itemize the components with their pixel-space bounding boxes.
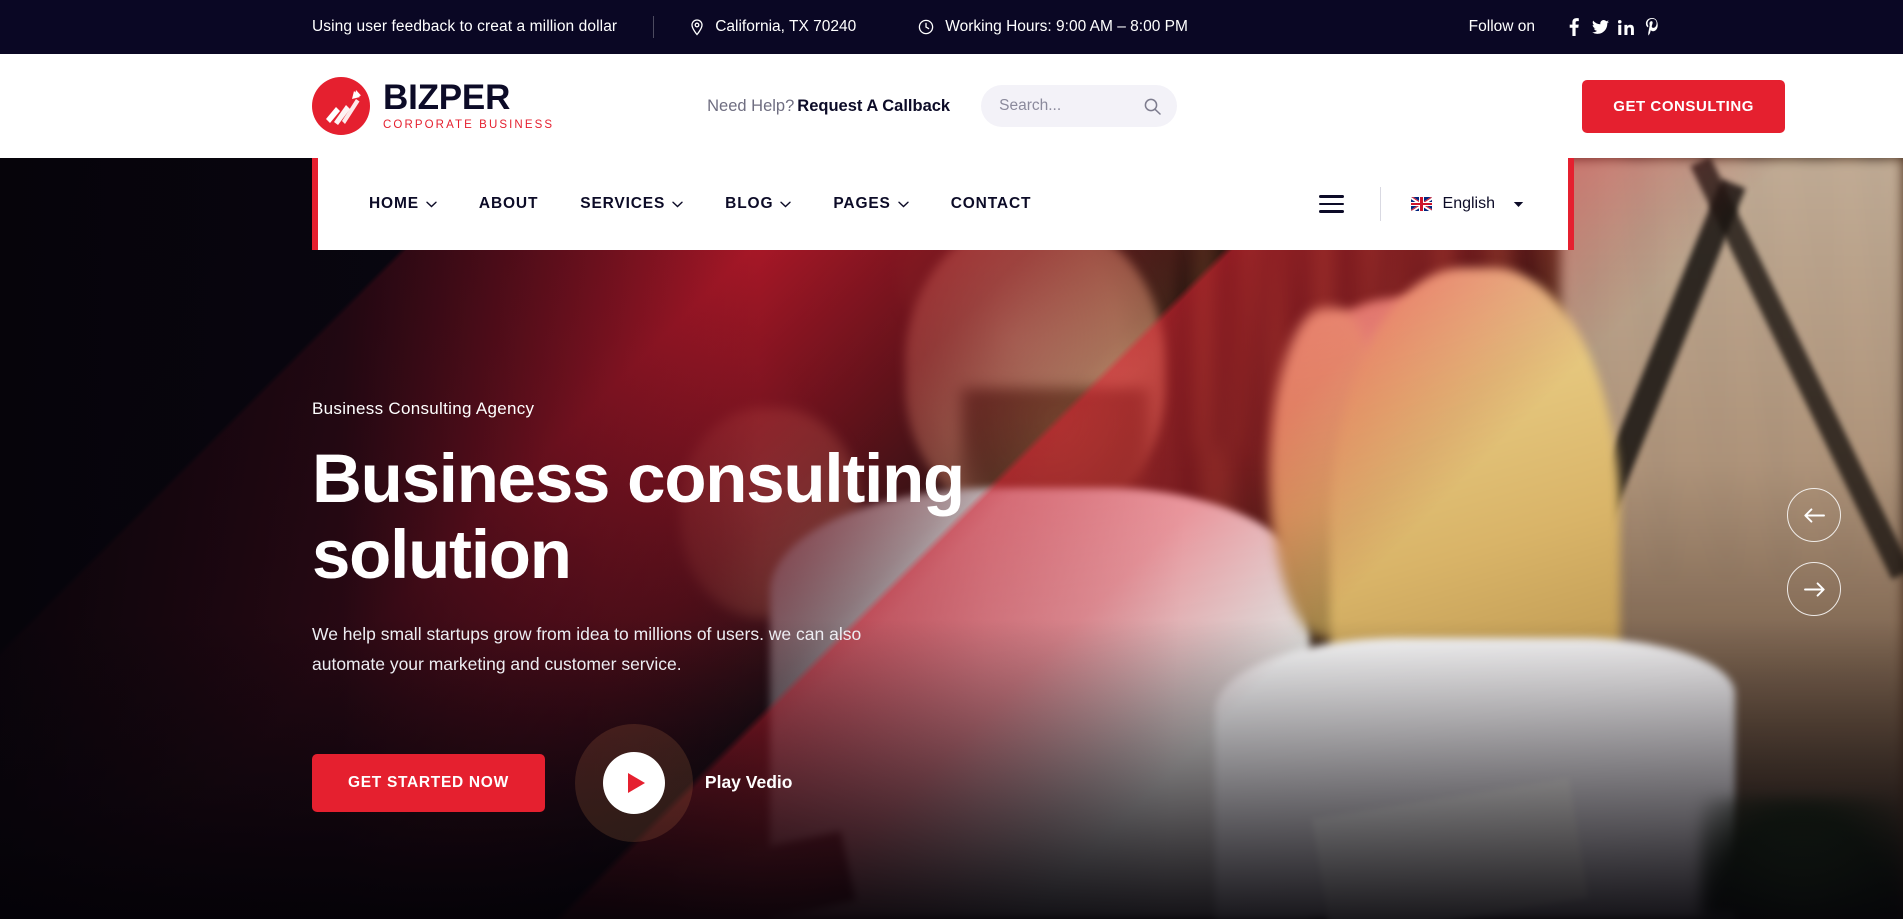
hero-eyebrow: Business Consulting Agency (312, 399, 535, 418)
nav-item-label: PAGES (833, 195, 891, 212)
nav-item-label: HOME (369, 195, 419, 212)
top-bar: Using user feedback to creat a million d… (0, 0, 1903, 54)
nav-item-contact[interactable]: CONTACT (930, 158, 1053, 250)
play-button[interactable] (574, 723, 693, 842)
carousel-prev-button[interactable] (1787, 488, 1841, 542)
chevron-down-icon (780, 201, 792, 208)
chevron-down-icon (426, 201, 437, 208)
play-icon (602, 751, 665, 814)
search-icon[interactable] (1144, 98, 1161, 115)
get-consulting-button[interactable]: GET CONSULTING (1582, 79, 1785, 133)
nav-item-label: BLOG (725, 195, 774, 212)
logo-arrow-icon (312, 77, 370, 135)
need-help-text: Need Help? Request A Callback (707, 97, 950, 116)
hamburger-menu-icon[interactable] (1313, 189, 1350, 218)
linkedin-icon[interactable] (1613, 14, 1639, 40)
top-bar-hours: Working Hours: 9:00 AM – 8:00 PM (918, 18, 1188, 36)
search-box[interactable] (981, 85, 1178, 127)
hero-actions: GET STARTED NOW Play Vedio (312, 723, 1012, 842)
need-help-label: Need Help? (707, 96, 795, 115)
site-header: BIZPER CORPORATE BUSINESS Need Help? Requ… (0, 54, 1903, 158)
hero-description: We help small startups grow from idea to… (312, 623, 862, 674)
nav-item-services[interactable]: SERVICES (559, 158, 704, 250)
nav-accent-left (312, 158, 318, 250)
top-bar-social-group: Follow on (1469, 14, 1665, 40)
follow-on-label: Follow on (1468, 18, 1535, 35)
uk-flag-icon (1410, 197, 1432, 211)
nav-right-group: English (1313, 187, 1574, 221)
chevron-down-icon (672, 201, 683, 208)
language-label: English (1442, 195, 1495, 212)
nav-item-pages[interactable]: PAGES (812, 158, 929, 250)
nav-item-label: SERVICES (580, 195, 666, 212)
twitter-icon[interactable] (1587, 14, 1613, 40)
logo[interactable]: BIZPER CORPORATE BUSINESS (312, 77, 554, 135)
language-selector[interactable]: English (1410, 195, 1524, 213)
main-navigation: HOME ABOUT SERVICES BLOG PAGES CONTACT E… (312, 158, 1574, 250)
top-bar-hours-text: Working Hours: 9:00 AM – 8:00 PM (945, 18, 1188, 35)
top-bar-location-text: California, TX 70240 (715, 18, 857, 35)
hero-title: Business consulting solution (312, 440, 965, 593)
hero-content: Business Consulting Agency Business cons… (312, 399, 1012, 842)
nav-item-label: ABOUT (478, 195, 539, 212)
pinterest-icon[interactable] (1639, 14, 1665, 40)
nav-item-home[interactable]: HOME (369, 158, 458, 250)
logo-subtitle: CORPORATE BUSINESS (383, 119, 555, 132)
chevron-down-icon (1513, 201, 1524, 208)
nav-divider (1379, 187, 1381, 221)
top-bar-divider (653, 16, 655, 38)
clock-icon (918, 19, 934, 35)
nav-items: HOME ABOUT SERVICES BLOG PAGES CONTACT (369, 158, 1052, 250)
search-input[interactable] (999, 97, 1145, 115)
logo-title: BIZPER (383, 78, 511, 118)
play-video-label: Play Vedio (704, 772, 793, 793)
page-root: Using user feedback to creat a million d… (0, 0, 1903, 919)
nav-accent-right (1568, 158, 1574, 250)
location-pin-icon (690, 18, 704, 36)
arrow-left-icon (1803, 507, 1825, 523)
nav-item-blog[interactable]: BLOG (704, 158, 812, 250)
get-started-now-button[interactable]: GET STARTED NOW (312, 753, 545, 812)
request-callback-link[interactable]: Request A Callback (797, 97, 950, 115)
top-bar-location: California, TX 70240 (690, 18, 856, 36)
nav-item-about[interactable]: ABOUT (458, 158, 559, 250)
facebook-icon[interactable] (1561, 14, 1587, 40)
top-bar-tagline: Using user feedback to creat a million d… (312, 18, 618, 35)
chevron-down-icon (898, 201, 909, 208)
play-video-group[interactable]: Play Vedio (574, 723, 793, 842)
carousel-controls (1787, 488, 1841, 616)
nav-item-label: CONTACT (950, 195, 1032, 212)
arrow-right-icon (1803, 581, 1825, 597)
carousel-next-button[interactable] (1787, 562, 1841, 616)
